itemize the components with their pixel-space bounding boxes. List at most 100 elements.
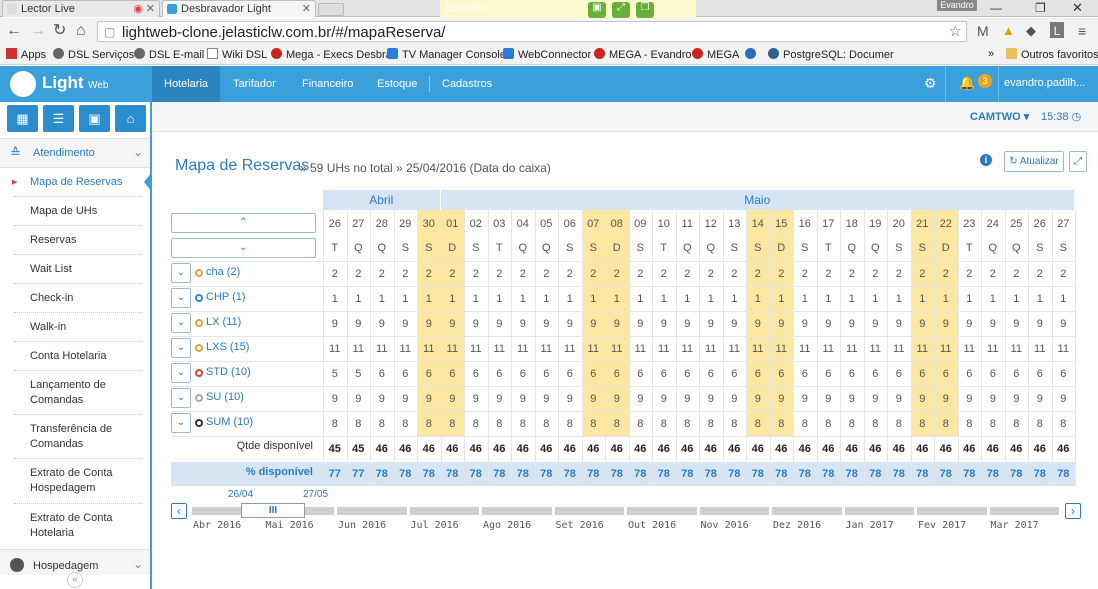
- availability-cell[interactable]: 11: [723, 337, 747, 361]
- info-icon[interactable]: i: [980, 154, 992, 166]
- timeline-handle[interactable]: III: [241, 503, 305, 518]
- room-type-label[interactable]: SU (10): [206, 391, 244, 403]
- scroll-up-button[interactable]: ⌃: [171, 213, 316, 233]
- availability-cell[interactable]: 2: [864, 262, 888, 286]
- availability-cell[interactable]: 11: [934, 337, 958, 361]
- availability-cell[interactable]: 8: [958, 412, 982, 436]
- availability-cell[interactable]: 2: [488, 262, 512, 286]
- availability-cell[interactable]: 2: [1028, 262, 1052, 286]
- availability-cell[interactable]: 2: [394, 262, 418, 286]
- calendar-icon[interactable]: ▣: [79, 105, 110, 132]
- availability-cell[interactable]: 1: [1028, 287, 1052, 311]
- nav-estoque[interactable]: Estoque: [365, 66, 429, 102]
- availability-cell[interactable]: 6: [887, 362, 911, 386]
- availability-cell[interactable]: 9: [1052, 387, 1076, 411]
- sidebar-item-lancamento-comandas[interactable]: Lançamento de Comandas: [30, 378, 140, 408]
- availability-cell[interactable]: 8: [417, 412, 441, 436]
- availability-cell[interactable]: 6: [464, 362, 488, 386]
- availability-cell[interactable]: 9: [582, 387, 606, 411]
- bookmark-postgresql[interactable]: PostgreSQL: Documer: [768, 48, 973, 61]
- availability-cell[interactable]: 8: [934, 412, 958, 436]
- availability-cell[interactable]: 9: [864, 387, 888, 411]
- availability-cell[interactable]: 6: [746, 362, 770, 386]
- availability-cell[interactable]: 9: [488, 312, 512, 336]
- url-input[interactable]: ▢ lightweb-clone.jelasticlw.com.br/#/map…: [97, 21, 967, 42]
- availability-cell[interactable]: 9: [441, 387, 465, 411]
- availability-cell[interactable]: 8: [535, 412, 559, 436]
- timeline-track[interactable]: [191, 507, 1061, 515]
- availability-cell[interactable]: 9: [347, 387, 371, 411]
- availability-cell[interactable]: 6: [934, 362, 958, 386]
- availability-cell[interactable]: 2: [887, 262, 911, 286]
- availability-cell[interactable]: 6: [840, 362, 864, 386]
- availability-cell[interactable]: 11: [652, 337, 676, 361]
- availability-cell[interactable]: 8: [676, 412, 700, 436]
- bookmark-tv-manager[interactable]: TV Manager Console: [387, 48, 506, 61]
- availability-cell[interactable]: 9: [605, 312, 629, 336]
- availability-cell[interactable]: 8: [394, 412, 418, 436]
- drive-icon[interactable]: ▲: [1002, 22, 1015, 40]
- availability-cell[interactable]: 1: [676, 287, 700, 311]
- availability-cell[interactable]: 2: [535, 262, 559, 286]
- availability-cell[interactable]: 2: [934, 262, 958, 286]
- availability-cell[interactable]: 9: [394, 312, 418, 336]
- availability-cell[interactable]: 8: [699, 412, 723, 436]
- availability-cell[interactable]: 8: [629, 412, 653, 436]
- bookmark-mega-evandro[interactable]: MEGA - Evandro: [594, 48, 692, 61]
- availability-cell[interactable]: 11: [817, 337, 841, 361]
- availability-cell[interactable]: 1: [417, 287, 441, 311]
- bookmark-apps[interactable]: Apps: [6, 48, 46, 61]
- availability-cell[interactable]: 2: [605, 262, 629, 286]
- availability-cell[interactable]: 9: [958, 387, 982, 411]
- availability-cell[interactable]: 6: [981, 362, 1005, 386]
- availability-cell[interactable]: 1: [511, 287, 535, 311]
- availability-cell[interactable]: 2: [676, 262, 700, 286]
- bookmark-mega-execs[interactable]: Mega - Execs Desbra: [271, 48, 392, 61]
- reload-icon[interactable]: ↻: [53, 22, 66, 40]
- availability-cell[interactable]: 11: [770, 337, 794, 361]
- room-type-label[interactable]: LX (11): [206, 316, 241, 328]
- expand-row-button[interactable]: ⌄: [171, 413, 191, 433]
- availability-cell[interactable]: 9: [934, 312, 958, 336]
- availability-cell[interactable]: 9: [629, 387, 653, 411]
- availability-cell[interactable]: 9: [981, 387, 1005, 411]
- availability-cell[interactable]: 9: [1028, 387, 1052, 411]
- scroll-down-button[interactable]: ⌄: [171, 238, 316, 258]
- availability-cell[interactable]: 9: [464, 312, 488, 336]
- availability-cell[interactable]: 9: [981, 312, 1005, 336]
- availability-cell[interactable]: 2: [840, 262, 864, 286]
- sidebar-item-extrato-hotelaria[interactable]: Extrato de Conta Hotelaria: [30, 511, 140, 541]
- bookmarks-more[interactable]: »: [988, 48, 994, 60]
- availability-cell[interactable]: 8: [1052, 412, 1076, 436]
- availability-cell[interactable]: 9: [934, 387, 958, 411]
- availability-cell[interactable]: 1: [723, 287, 747, 311]
- availability-cell[interactable]: 1: [887, 287, 911, 311]
- availability-cell[interactable]: 2: [652, 262, 676, 286]
- expand-row-button[interactable]: ⌄: [171, 363, 191, 383]
- availability-cell[interactable]: 2: [464, 262, 488, 286]
- availability-cell[interactable]: 1: [464, 287, 488, 311]
- nav-hotelaria[interactable]: Hotelaria: [152, 66, 220, 102]
- availability-cell[interactable]: 8: [817, 412, 841, 436]
- timeline-segment[interactable]: [337, 507, 407, 515]
- timeline-segment[interactable]: [772, 507, 842, 515]
- timeline-segment[interactable]: [482, 507, 552, 515]
- availability-cell[interactable]: 9: [323, 387, 347, 411]
- availability-cell[interactable]: 2: [958, 262, 982, 286]
- availability-cell[interactable]: 6: [1052, 362, 1076, 386]
- availability-cell[interactable]: 1: [911, 287, 935, 311]
- expand-row-button[interactable]: ⌄: [171, 313, 191, 333]
- browser-tab-desbravador[interactable]: Desbravador Light ✕: [162, 0, 316, 17]
- page-info-icon[interactable]: ▢: [104, 25, 115, 39]
- availability-cell[interactable]: 9: [723, 312, 747, 336]
- availability-cell[interactable]: 2: [417, 262, 441, 286]
- availability-cell[interactable]: 2: [723, 262, 747, 286]
- availability-cell[interactable]: 9: [629, 312, 653, 336]
- availability-cell[interactable]: 11: [558, 337, 582, 361]
- availability-cell[interactable]: 11: [1005, 337, 1029, 361]
- nav-financeiro[interactable]: Financeiro: [290, 66, 365, 102]
- availability-cell[interactable]: 1: [370, 287, 394, 311]
- nav-cadastros[interactable]: Cadastros: [430, 66, 504, 102]
- availability-cell[interactable]: 8: [1005, 412, 1029, 436]
- availability-cell[interactable]: 8: [323, 412, 347, 436]
